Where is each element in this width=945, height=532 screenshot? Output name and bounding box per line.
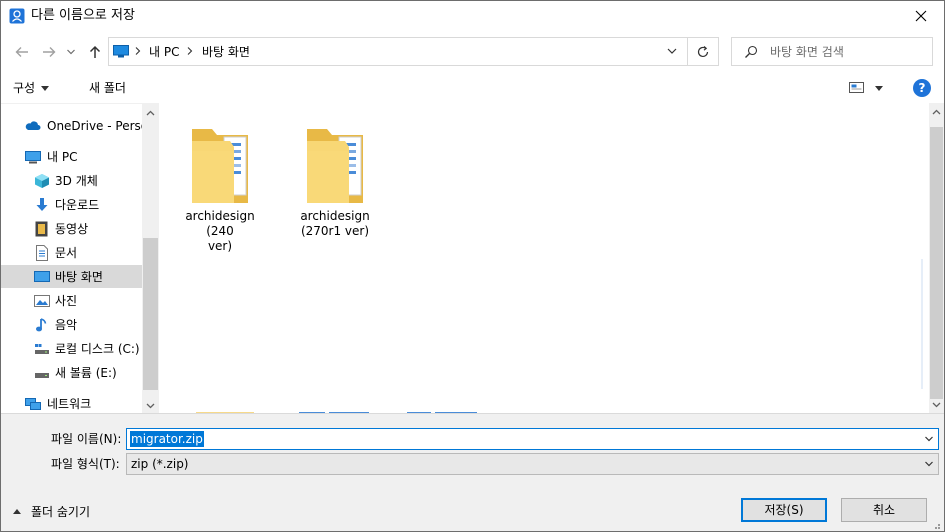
- nav-item-network[interactable]: 네트워크: [1, 392, 142, 413]
- help-icon[interactable]: ?: [913, 79, 931, 97]
- recent-locations-button[interactable]: [63, 41, 79, 63]
- arrow-right-icon: [43, 47, 56, 57]
- nav-item-downloads[interactable]: 다운로드: [1, 193, 142, 216]
- folder-item[interactable]: archidesign (240 ver): [170, 115, 270, 253]
- close-button[interactable]: [898, 1, 944, 32]
- content-scrollbar[interactable]: [929, 103, 944, 413]
- breadcrumb-desktop[interactable]: 바탕 화면: [202, 44, 250, 60]
- scroll-up-icon[interactable]: [146, 109, 155, 118]
- title-bar: 다른 이름으로 저장: [1, 1, 944, 32]
- pictures-icon: [34, 295, 50, 307]
- file-list[interactable]: archidesign (240 ver) archidesign (270r1…: [159, 103, 929, 413]
- chevron-down-icon: [925, 461, 933, 467]
- download-icon: [36, 198, 48, 211]
- nav-item-local-disk-c[interactable]: 로컬 디스크 (C:): [1, 337, 142, 360]
- back-button[interactable]: [11, 41, 33, 63]
- filename-input[interactable]: [129, 431, 909, 447]
- network-icon: [25, 398, 41, 410]
- video-icon: [35, 221, 48, 237]
- breadcrumb-pc[interactable]: 내 PC: [149, 44, 179, 60]
- window-title: 다른 이름으로 저장: [31, 8, 135, 23]
- onedrive-icon: [25, 121, 41, 130]
- nav-item-new-volume-e[interactable]: 새 볼륨 (E:): [1, 361, 142, 384]
- nav-item-desktop[interactable]: 바탕 화면: [1, 265, 142, 288]
- filetype-value: zip (*.zip): [131, 457, 189, 471]
- organize-label: 구성: [13, 81, 36, 95]
- resize-grip-icon[interactable]: [931, 520, 941, 530]
- hide-folders-button[interactable]: 폴더 숨기기: [13, 504, 90, 520]
- cancel-button[interactable]: 취소: [841, 498, 927, 522]
- filename-label: 파일 이름(N):: [51, 432, 122, 446]
- close-icon: [915, 10, 927, 22]
- 3d-objects-icon: [35, 174, 49, 188]
- pc-icon: [113, 45, 129, 58]
- nav-item-this-pc[interactable]: 내 PC: [1, 145, 142, 168]
- chevron-down-icon: [67, 49, 75, 55]
- scroll-down-icon[interactable]: [146, 401, 155, 410]
- desktop-icon: [34, 271, 50, 282]
- nav-item-pictures[interactable]: 사진: [1, 289, 142, 312]
- save-options-panel: 파일 이름(N): migrator.zip 파일 형식(T): zip (*.…: [1, 413, 944, 531]
- nav-scrollbar-thumb[interactable]: [143, 238, 158, 390]
- nav-scrollbar[interactable]: [142, 104, 159, 413]
- caret-down-icon: [875, 86, 883, 91]
- app-icon: [9, 8, 25, 24]
- up-button[interactable]: [84, 41, 106, 63]
- scroll-up-icon[interactable]: [932, 108, 941, 117]
- scroll-down-icon[interactable]: [932, 400, 941, 409]
- divider: [921, 259, 923, 389]
- save-button[interactable]: 저장(S): [741, 498, 827, 522]
- forward-button[interactable]: [38, 41, 60, 63]
- search-box[interactable]: [731, 37, 933, 66]
- save-as-dialog: 다른 이름으로 저장 내 PC 바탕 화면 바탕 화면 검색 구성 새 폴더 ?…: [0, 0, 945, 532]
- drive-icon: [35, 344, 49, 354]
- nav-item-documents[interactable]: 문서: [1, 241, 142, 264]
- folder-name: ver): [207, 239, 233, 253]
- content-scrollbar-thumb[interactable]: [930, 127, 943, 399]
- nav-item-videos[interactable]: 동영상: [1, 217, 142, 240]
- navigation-pane: OneDrive - Personal 내 PC 3D 개체 다운로드: [1, 103, 159, 413]
- command-bar: 구성 새 폴더 ?: [1, 73, 944, 103]
- chevron-down-icon[interactable]: [924, 434, 934, 444]
- filetype-label: 파일 형식(T):: [51, 457, 120, 471]
- folder-name: archidesign (240: [185, 209, 255, 238]
- search-input[interactable]: [770, 42, 920, 62]
- view-icon: [849, 82, 864, 93]
- drive-icon: [35, 373, 49, 378]
- hide-folders-label: 폴더 숨기기: [31, 505, 91, 519]
- folder-icon: [192, 129, 248, 203]
- nav-item-music[interactable]: 음악: [1, 313, 142, 336]
- nav-item-3d-objects[interactable]: 3D 개체: [1, 169, 142, 192]
- folder-name: (270r1 ver): [300, 224, 370, 238]
- arrow-left-icon: [15, 47, 28, 57]
- search-icon: [745, 45, 758, 58]
- change-view-button[interactable]: [849, 79, 889, 97]
- filetype-select[interactable]: zip (*.zip): [126, 453, 939, 475]
- folder-name: archidesign: [300, 209, 370, 223]
- folder-icon: [307, 129, 363, 203]
- chevron-down-icon[interactable]: [665, 44, 679, 58]
- music-icon: [36, 318, 47, 332]
- chevron-right-icon: [135, 47, 141, 55]
- arrow-up-icon: [89, 45, 101, 58]
- pc-icon: [25, 151, 41, 164]
- filename-combobox[interactable]: migrator.zip: [126, 428, 939, 450]
- caret-down-icon: [41, 86, 50, 91]
- document-icon: [36, 245, 48, 261]
- new-folder-button[interactable]: 새 폴더: [89, 79, 126, 97]
- folder-item[interactable]: archidesign (270r1 ver): [285, 115, 385, 245]
- organize-menu-button[interactable]: 구성: [13, 79, 50, 97]
- caret-up-icon: [13, 509, 21, 514]
- chevron-right-icon: [187, 47, 193, 55]
- refresh-icon: [697, 46, 709, 58]
- address-bar[interactable]: 내 PC 바탕 화면: [108, 37, 688, 66]
- filename-selected-text: migrator.zip: [130, 431, 204, 447]
- nav-item-onedrive[interactable]: OneDrive - Personal: [1, 114, 142, 137]
- refresh-button[interactable]: [688, 37, 719, 66]
